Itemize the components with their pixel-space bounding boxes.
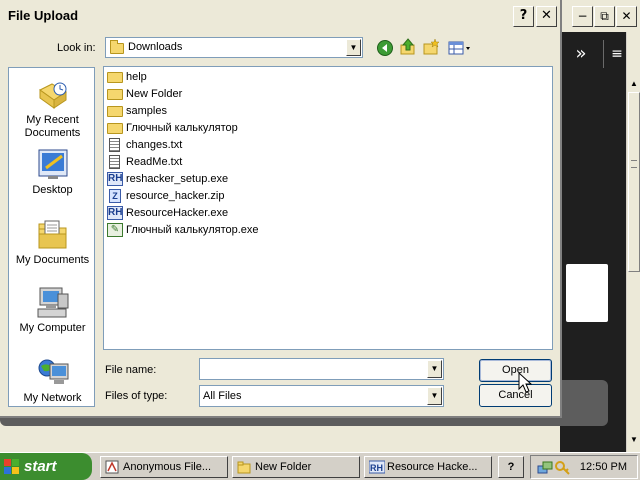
file-name: ReadMe.txt	[126, 156, 183, 168]
view-menu-icon[interactable]	[448, 39, 472, 57]
file-name: samples	[126, 105, 167, 117]
network-tray-icon[interactable]	[537, 460, 553, 476]
resource-hacker-icon: RH	[368, 460, 386, 474]
new-folder-icon[interactable]	[422, 38, 440, 56]
dialog-title: File Upload	[8, 8, 79, 23]
windows-logo-icon	[4, 459, 20, 474]
my-documents-icon	[36, 218, 70, 252]
system-tray: 12:50 PM	[530, 455, 638, 479]
resource-hacker-icon: RH	[107, 206, 123, 220]
background-window-titlebar: − ⧉ ✕	[560, 0, 640, 32]
chevron-right-icon[interactable]: »	[568, 42, 594, 66]
chevron-down-icon[interactable]: ▼	[427, 360, 442, 378]
recent-documents-icon	[36, 78, 70, 112]
file-name: Глючный калькулятор.exe	[126, 224, 259, 236]
place-my-documents[interactable]: My Documents	[9, 218, 96, 267]
clock: 12:50 PM	[579, 461, 627, 473]
folder-icon	[107, 106, 123, 117]
task-label: New Folder	[255, 461, 312, 473]
chevron-down-icon[interactable]: ▼	[346, 39, 361, 56]
text-file-icon	[109, 155, 120, 169]
help-button[interactable]: ?	[513, 6, 534, 27]
place-label: My Network	[23, 392, 82, 404]
zip-file-icon: Z	[109, 189, 121, 203]
taskbar-item-new-folder[interactable]: New Folder	[232, 456, 360, 478]
scroll-grip-icon	[631, 160, 637, 168]
place-my-recent-documents[interactable]: My Recent Documents	[9, 78, 96, 140]
place-label: My Recent Documents	[24, 114, 81, 139]
place-my-network[interactable]: My Network	[9, 356, 96, 405]
back-icon[interactable]	[376, 39, 394, 57]
task-label: Resource Hacke...	[387, 461, 478, 473]
mouse-cursor-icon	[518, 371, 533, 394]
folder-icon	[107, 89, 123, 100]
file-name: reshacker_setup.exe	[126, 173, 229, 185]
cancel-button[interactable]: Cancel	[479, 384, 552, 407]
restore-button[interactable]: ⧉	[594, 6, 615, 27]
my-network-icon	[36, 356, 70, 390]
taskbar: start Anonymous File... New Folder RH Re…	[0, 452, 640, 480]
file-name-field[interactable]: ▼	[199, 358, 444, 380]
place-label: My Documents	[15, 254, 90, 266]
taskbar-item-help[interactable]: ?	[498, 456, 524, 478]
file-name: ResourceHacker.exe	[126, 207, 229, 219]
vertical-scrollbar[interactable]: ▲ ▼	[626, 32, 640, 452]
places-bar: My Recent Documents Desktop My Documents…	[8, 67, 95, 407]
text-file-icon	[109, 138, 120, 152]
executable-icon: ✎	[107, 223, 123, 237]
dialog-titlebar[interactable]: File Upload ? ✕	[0, 0, 560, 32]
desktop-icon	[36, 148, 70, 182]
my-computer-icon	[36, 286, 70, 320]
folder-icon	[237, 460, 251, 474]
place-my-computer[interactable]: My Computer	[9, 286, 96, 335]
folder-icon	[107, 72, 123, 83]
look-in-value: Downloads	[128, 41, 183, 53]
files-of-type-dropdown[interactable]: All Files ▼	[199, 385, 444, 407]
hamburger-menu-icon[interactable]: ≡	[608, 42, 626, 66]
file-name: New Folder	[126, 88, 183, 100]
resource-hacker-icon: RH	[107, 172, 123, 186]
scroll-up-arrow-icon[interactable]: ▲	[627, 76, 640, 92]
background-content-box	[566, 264, 608, 322]
window-close-button[interactable]: ✕	[616, 6, 637, 27]
file-name-label: File name:	[105, 364, 157, 376]
up-folder-icon[interactable]	[399, 38, 417, 56]
place-desktop[interactable]: Desktop	[9, 148, 96, 197]
svg-text:RH: RH	[370, 463, 383, 473]
file-name: resource_hacker.zip	[126, 190, 225, 202]
file-name: help	[126, 71, 147, 83]
open-button[interactable]: Open	[479, 359, 552, 382]
folder-icon	[110, 40, 124, 54]
start-button[interactable]: start	[0, 453, 92, 480]
chevron-down-icon[interactable]: ▼	[427, 387, 442, 405]
scrollbar-thumb[interactable]	[628, 92, 640, 272]
browser-icon	[105, 460, 119, 474]
files-of-type-label: Files of type:	[105, 390, 168, 402]
dialog-close-button[interactable]: ✕	[536, 6, 557, 27]
taskbar-item-anonymous-file[interactable]: Anonymous File...	[100, 456, 228, 478]
file-list: help New Folder samples Глючный калькуля…	[103, 66, 553, 350]
file-upload-dialog: File Upload ? ✕ Look in: Downloads ▼ My …	[0, 0, 562, 418]
scroll-down-arrow-icon[interactable]: ▼	[627, 432, 640, 448]
key-tray-icon[interactable]	[555, 460, 571, 476]
nav-divider	[603, 40, 604, 68]
file-name: changes.txt	[126, 139, 183, 151]
look-in-label: Look in:	[57, 42, 96, 54]
look-in-dropdown[interactable]: Downloads ▼	[105, 37, 363, 58]
minimize-button[interactable]: −	[572, 6, 593, 27]
place-label: My Computer	[19, 322, 86, 334]
taskbar-item-resource-hacker[interactable]: RH Resource Hacke...	[364, 456, 492, 478]
file-name: Глючный калькулятор	[126, 122, 238, 134]
task-label: Anonymous File...	[123, 461, 212, 473]
files-of-type-value: All Files	[203, 390, 242, 402]
folder-icon	[107, 123, 123, 134]
place-label: Desktop	[32, 184, 73, 196]
start-label: start	[24, 458, 57, 475]
help-icon: ?	[507, 461, 515, 473]
